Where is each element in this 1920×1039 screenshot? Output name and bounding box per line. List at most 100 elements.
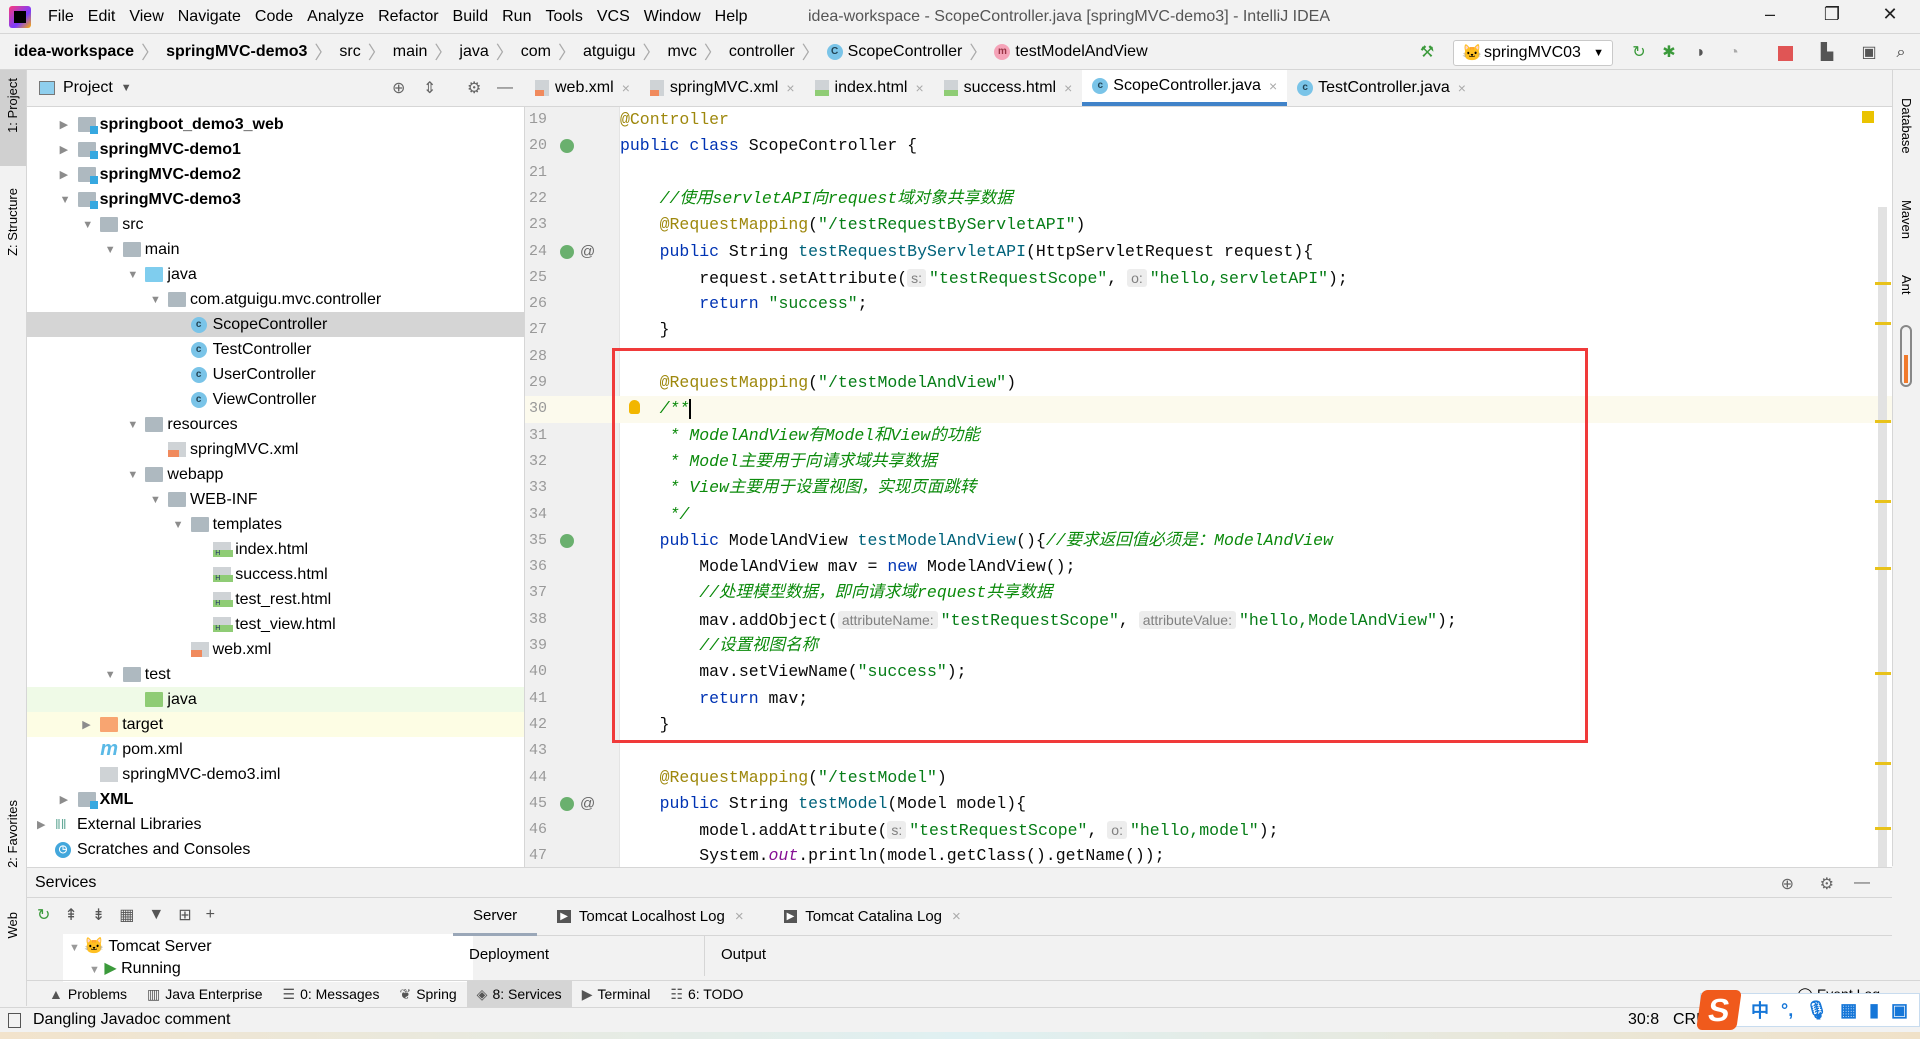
tree-item[interactable]: ▶ springMVC-demo2 — [27, 162, 524, 187]
chevron-down-icon[interactable]: ▼ — [173, 519, 185, 531]
editor-scrollbar[interactable] — [1873, 107, 1892, 867]
code-line[interactable]: 26 return "success"; — [525, 291, 1892, 317]
breadcrumb-item[interactable]: 〉 main — [361, 39, 428, 65]
services-tab[interactable]: Server — [453, 898, 538, 936]
spring-bean-icon[interactable] — [560, 139, 574, 154]
tool-window-maven[interactable]: Maven — [1899, 200, 1914, 239]
breadcrumb-item[interactable]: idea-workspace — [14, 43, 134, 61]
menu-vcs[interactable]: VCS — [590, 8, 637, 26]
tool-window-favorites[interactable]: 2: Favorites — [5, 800, 20, 868]
tree-item[interactable]: ▼ webapp — [27, 462, 524, 487]
coverage-icon[interactable]: ◗ — [1692, 44, 1710, 62]
tree-item[interactable]: ▼ test — [27, 662, 524, 687]
tree-item[interactable]: ◷ Scratches and Consoles — [27, 837, 524, 862]
breadcrumb-item[interactable]: 〉 springMVC-demo3 — [134, 39, 307, 65]
services-tab[interactable]: ▶ Tomcat Catalina Log × — [764, 898, 981, 936]
run-anything-icon[interactable]: ▣ — [1860, 44, 1878, 62]
tree-item[interactable]: springMVC-demo3.iml — [27, 762, 524, 787]
close-icon[interactable]: × — [786, 80, 794, 96]
tree-item[interactable]: ▶ springMVC-demo1 — [27, 137, 524, 162]
chevron-right-icon[interactable]: ▶ — [60, 118, 72, 131]
skin-icon[interactable]: ▮ — [1869, 1000, 1879, 1021]
ime-toolbar[interactable]: S 中 °, 🎙 ▦ ▮ ▣ — [1696, 990, 1920, 1030]
tree-item[interactable]: m pom.xml — [27, 737, 524, 762]
tree-item[interactable]: java — [27, 687, 524, 712]
stop-icon[interactable] — [1778, 46, 1793, 61]
keyboard-icon[interactable]: ▦ — [1840, 1000, 1857, 1021]
tool-button-services[interactable]: ◈ 8: Services — [466, 981, 572, 1007]
close-icon[interactable]: × — [735, 908, 744, 925]
menu-help[interactable]: Help — [708, 8, 755, 26]
minimize-button[interactable]: – — [1750, 4, 1790, 25]
tree-item[interactable]: ▶ ‖‖ External Libraries — [27, 812, 524, 837]
chevron-right-icon[interactable]: ▶ — [60, 793, 72, 806]
breadcrumb-item[interactable]: 〉 atguigu — [551, 39, 636, 65]
chevron-down-icon[interactable]: ▼ — [150, 294, 162, 306]
hide-icon[interactable]: — — [1854, 874, 1870, 892]
code-line[interactable]: 23 @RequestMapping("/testRequestByServle… — [525, 212, 1892, 238]
chevron-right-icon[interactable]: ▶ — [37, 818, 49, 831]
tree-item[interactable]: ▼ main — [27, 237, 524, 262]
rerun-icon[interactable]: ↻ — [1630, 44, 1648, 62]
search-icon[interactable]: ⌕ — [1892, 44, 1910, 62]
new-tab-icon[interactable]: ⊞ — [178, 905, 191, 925]
chevron-right-icon[interactable]: ▶ — [82, 718, 94, 731]
filter-icon[interactable]: ▼ — [148, 906, 164, 924]
code-line[interactable]: 21 — [525, 160, 1892, 186]
breadcrumb-item[interactable]: 〉 com — [489, 39, 551, 65]
menu-analyze[interactable]: Analyze — [300, 8, 371, 26]
tree-item[interactable]: test_rest.html — [27, 587, 524, 612]
status-toggle-icon[interactable] — [8, 1012, 21, 1028]
request-mapping-icon[interactable]: @ — [580, 791, 595, 817]
tree-item[interactable]: test_view.html — [27, 612, 524, 637]
caret-position[interactable]: 30:8 — [1628, 1011, 1659, 1029]
tree-item[interactable]: ▶ springboot_demo3_web — [27, 112, 524, 137]
close-icon[interactable]: × — [1064, 80, 1072, 96]
close-icon[interactable]: × — [622, 80, 630, 96]
toolbox-icon[interactable]: ▣ — [1891, 1000, 1908, 1021]
tree-item[interactable]: ▼ templates — [27, 512, 524, 537]
tree-item[interactable]: c UserController — [27, 362, 524, 387]
breadcrumb-item[interactable]: 〉 controller — [697, 39, 795, 65]
tab-index-html[interactable]: index.html × — [805, 70, 934, 106]
project-view-select[interactable]: Project — [63, 79, 113, 97]
gear-icon[interactable]: ⚙ — [467, 78, 481, 98]
menu-run[interactable]: Run — [495, 8, 538, 26]
tool-window-ant[interactable]: Ant — [1899, 275, 1914, 295]
code-line[interactable]: 47 System.out.println(model.getClass().g… — [525, 843, 1892, 867]
code-line[interactable]: 27 } — [525, 317, 1892, 343]
menu-refactor[interactable]: Refactor — [371, 8, 445, 26]
tree-item[interactable]: ▶ target — [27, 712, 524, 737]
close-icon[interactable]: × — [1458, 80, 1466, 96]
tool-window-structure[interactable]: Z: Structure — [5, 188, 20, 256]
tool-button-terminal[interactable]: ▶ Terminal — [572, 981, 661, 1007]
tab-success-html[interactable]: success.html × — [934, 70, 1083, 106]
refresh-icon[interactable]: ↻ — [37, 905, 50, 925]
tool-button-spring[interactable]: ❦ Spring — [389, 981, 466, 1007]
tree-item[interactable]: c ViewController — [27, 387, 524, 412]
ime-language-toggle[interactable]: 中 — [1751, 997, 1769, 1023]
code-line[interactable]: 20 public class ScopeController { — [525, 133, 1892, 159]
code-line[interactable]: 25 request.setAttribute(s: "testRequestSc… — [525, 265, 1892, 291]
tree-item[interactable]: c TestController — [27, 337, 524, 362]
menu-edit[interactable]: Edit — [81, 8, 123, 26]
tree-item[interactable]: index.html — [27, 537, 524, 562]
tab-testcontroller-java[interactable]: c TestController.java × — [1287, 70, 1476, 106]
code-line[interactable]: 44 @RequestMapping("/testModel") — [525, 765, 1892, 791]
tool-button-warning[interactable]: ▲ Problems — [39, 981, 137, 1007]
spring-bean-icon[interactable] — [560, 533, 574, 548]
collapse-all-icon[interactable]: ⇟ — [92, 905, 105, 925]
menu-navigate[interactable]: Navigate — [171, 8, 248, 26]
tree-item[interactable]: ▼ springMVC-demo3 — [27, 187, 524, 212]
tree-item[interactable]: ▼ WEB-INF — [27, 487, 524, 512]
menu-tools[interactable]: Tools — [538, 8, 589, 26]
tab-springmvc-xml[interactable]: springMVC.xml × — [640, 70, 805, 106]
hide-icon[interactable]: — — [497, 79, 513, 97]
locate-icon[interactable]: ⊕ — [392, 78, 405, 98]
code-line[interactable]: 22 //使用servletAPI向request域对象共享数据 — [525, 186, 1892, 212]
ime-punctuation-icon[interactable]: °, — [1781, 1000, 1793, 1021]
code-line[interactable]: 45 @ public String testModel(Model model)… — [525, 791, 1892, 817]
restore-button[interactable]: ❐ — [1812, 4, 1852, 25]
services-tab[interactable]: ▶ Tomcat Localhost Log × — [537, 898, 763, 936]
profile-icon[interactable]: ◔ — [1725, 44, 1743, 62]
